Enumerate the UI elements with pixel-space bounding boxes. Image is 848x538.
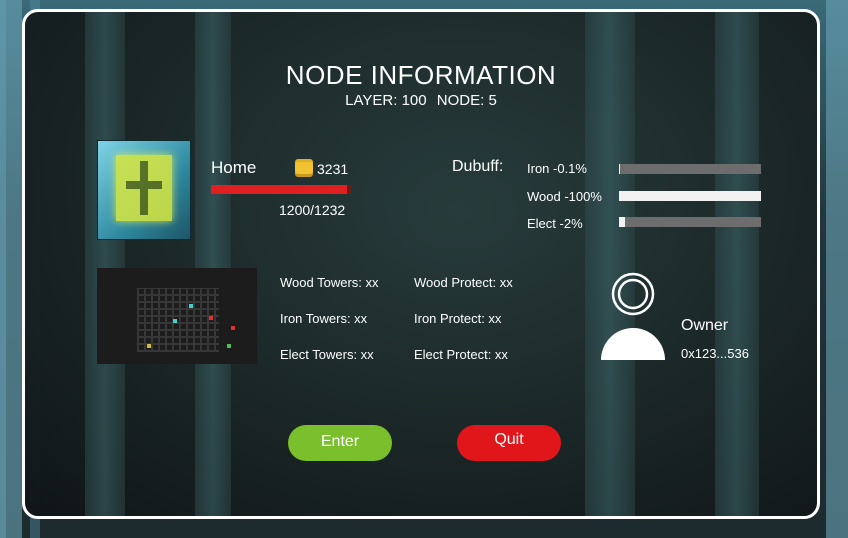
debuff-wood-fill	[619, 191, 761, 201]
node-thumbnail	[97, 140, 191, 240]
debuff-iron-fill	[619, 164, 621, 174]
quit-button[interactable]: Quit	[457, 425, 561, 461]
map-marker	[231, 326, 235, 330]
elect-towers-text: Elect Towers: xx	[280, 347, 374, 362]
owner-address: 0x123...536	[681, 346, 749, 361]
minimap[interactable]	[97, 268, 257, 364]
debuff-elect-label: Elect -2%	[527, 216, 583, 231]
map-marker	[173, 319, 177, 323]
debuff-label: Dubuff:	[452, 158, 504, 175]
background-pillar	[0, 0, 22, 538]
coin-count: 3231	[317, 161, 349, 177]
hp-text: 1200/1232	[279, 202, 346, 218]
wood-towers-text: Wood Towers: xx	[280, 275, 379, 290]
node-info-panel: NODE INFORMATION LAYER: 100 NODE: 5 Home…	[22, 9, 820, 519]
node-text: NODE: 5	[436, 92, 497, 109]
iron-protect-text: Iron Protect: xx	[414, 311, 502, 326]
map-marker	[209, 316, 213, 320]
wood-protect-text: Wood Protect: xx	[414, 275, 513, 290]
enter-button[interactable]: Enter	[288, 425, 392, 461]
hp-bar-fill	[211, 185, 348, 194]
hp-bar	[211, 185, 351, 194]
debuff-wood-label: Wood -100%	[527, 189, 602, 204]
elect-protect-text: Elect Protect: xx	[414, 347, 508, 362]
home-label: Home	[211, 158, 257, 177]
background-pillar	[826, 0, 848, 538]
layer-text: LAYER: 100	[345, 92, 427, 109]
debuff-wood-bar	[619, 191, 761, 201]
debuff-elect-fill	[619, 217, 625, 227]
layer-node-subtitle: LAYER: 100 NODE: 5	[25, 92, 817, 109]
owner-label: Owner	[681, 317, 729, 334]
debuff-iron-bar	[619, 164, 761, 174]
debuff-iron-label: Iron -0.1%	[527, 161, 587, 176]
map-marker	[189, 304, 193, 308]
owner-avatar-icon	[601, 272, 665, 360]
page-title: NODE INFORMATION	[285, 60, 557, 90]
map-marker	[147, 344, 151, 348]
debuff-elect-bar	[619, 217, 761, 227]
map-marker	[227, 344, 231, 348]
iron-towers-text: Iron Towers: xx	[280, 311, 368, 326]
coin-icon	[295, 162, 313, 174]
